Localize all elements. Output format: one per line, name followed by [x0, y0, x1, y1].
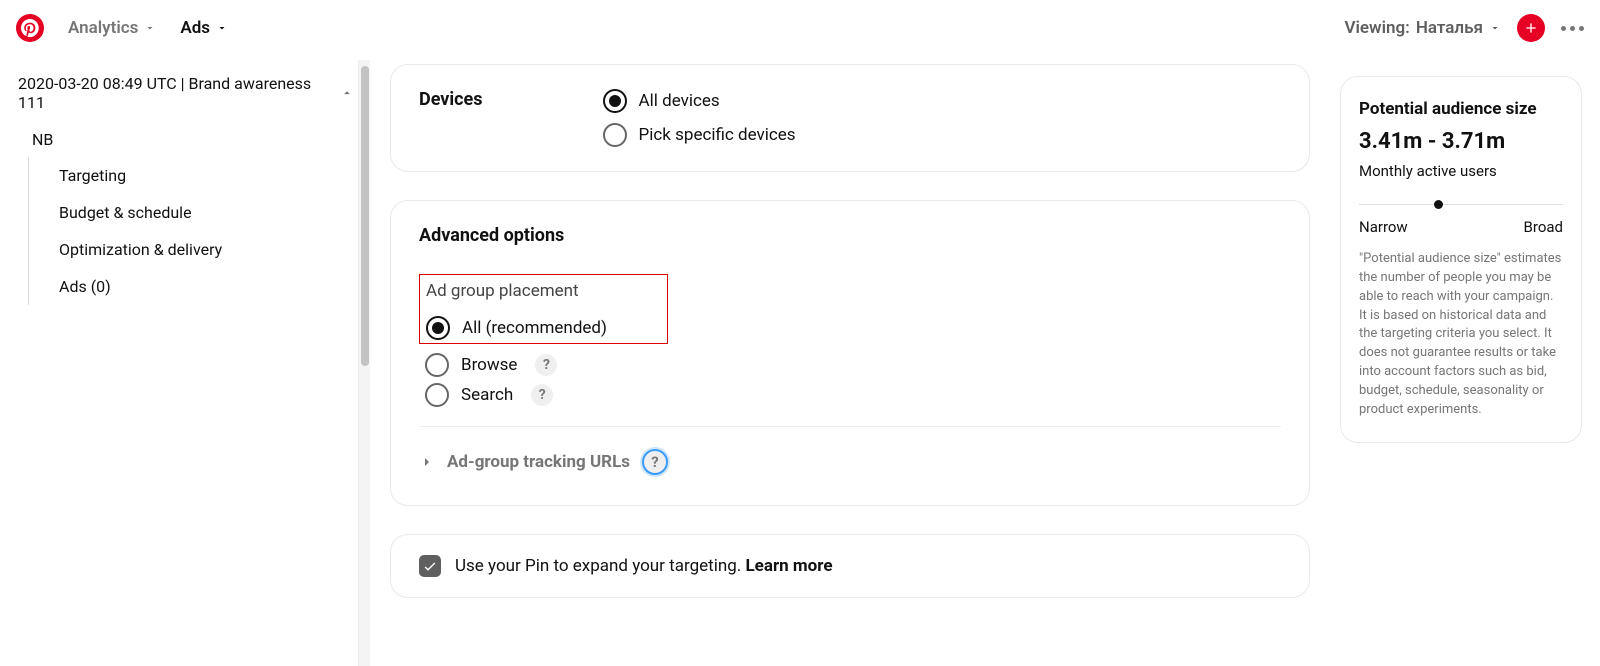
pinterest-logo[interactable]	[16, 14, 44, 42]
sidebar-item-label: Targeting	[59, 166, 126, 185]
slider-dot-icon	[1434, 200, 1443, 209]
tracking-urls-label: Ad-group tracking URLs	[447, 452, 630, 472]
layout: 2020-03-20 08:49 UTC | Brand awareness 1…	[0, 56, 1600, 666]
slider-max-label: Broad	[1524, 218, 1563, 236]
placement-highlight: Ad group placement All (recommended)	[419, 274, 668, 344]
placement-options: All (recommended)	[420, 313, 607, 343]
placement-option-all[interactable]: All (recommended)	[426, 313, 607, 343]
placement-options-rest: Browse ? Search ?	[419, 350, 1281, 410]
expand-targeting-row[interactable]: Use your Pin to expand your targeting. L…	[419, 555, 1281, 577]
plus-icon	[1523, 20, 1539, 36]
check-icon	[422, 558, 438, 574]
slider-line	[1359, 204, 1563, 205]
viewing-prefix: Viewing:	[1344, 18, 1409, 38]
radio-icon	[603, 123, 627, 147]
nav-ads-label: Ads	[180, 18, 210, 38]
sidebar-item-label: Budget & schedule	[59, 203, 192, 222]
placement-option-label: Search	[461, 385, 513, 405]
devices-card: Devices All devices Pick specific device…	[390, 64, 1310, 172]
device-option-all[interactable]: All devices	[603, 89, 796, 113]
chevron-down-icon	[216, 22, 228, 34]
help-icon[interactable]: ?	[642, 449, 668, 475]
nav-analytics-label: Analytics	[68, 18, 138, 38]
radio-icon	[425, 383, 449, 407]
topbar: Analytics Ads Viewing: Наталья	[0, 0, 1600, 56]
topbar-left: Analytics Ads	[16, 14, 228, 42]
audience-subtitle: Monthly active users	[1359, 162, 1563, 180]
audience-title: Potential audience size	[1359, 99, 1563, 119]
pinterest-icon	[21, 19, 39, 37]
audience-range: 3.41m - 3.71m	[1359, 129, 1563, 154]
radio-icon	[603, 89, 627, 113]
slider-labels: Narrow Broad	[1359, 218, 1563, 236]
audience-box: Potential audience size 3.41m - 3.71m Mo…	[1340, 76, 1582, 443]
sidebar-item-label: Optimization & delivery	[59, 240, 222, 259]
audience-slider	[1359, 198, 1563, 212]
audience-note: "Potential audience size" estimates the …	[1359, 250, 1563, 420]
sidebar-item-ads[interactable]: Ads (0)	[59, 268, 354, 305]
devices-row: Devices All devices Pick specific device…	[419, 89, 1281, 147]
sidebar-inner: 2020-03-20 08:49 UTC | Brand awareness 1…	[0, 56, 370, 323]
learn-more-link[interactable]: Learn more	[745, 556, 832, 576]
placement-title: Ad group placement	[420, 277, 607, 305]
nav-ads[interactable]: Ads	[180, 18, 228, 38]
viewing-selector[interactable]: Viewing: Наталья	[1344, 18, 1501, 38]
sidebar-list: Targeting Budget & schedule Optimization…	[28, 157, 354, 305]
placement-option-browse[interactable]: Browse ?	[425, 350, 1281, 380]
viewing-name: Наталья	[1416, 18, 1483, 38]
expand-targeting-text: Use your Pin to expand your targeting. L…	[455, 556, 833, 576]
divider	[419, 426, 1281, 427]
tracking-urls-row[interactable]: Ad-group tracking URLs ?	[419, 443, 1281, 481]
sidebar-scrollbar[interactable]	[358, 60, 370, 666]
sidebar-item-targeting[interactable]: Targeting	[59, 157, 354, 194]
dot-icon	[1570, 26, 1575, 31]
radio-icon	[425, 353, 449, 377]
device-option-label: Pick specific devices	[639, 125, 796, 145]
help-icon[interactable]: ?	[535, 354, 557, 376]
expand-targeting-label: Use your Pin to expand your targeting.	[455, 556, 741, 576]
checkbox-icon[interactable]	[419, 555, 441, 577]
placement-option-label: All (recommended)	[462, 318, 607, 338]
sidebar: 2020-03-20 08:49 UTC | Brand awareness 1…	[0, 56, 370, 666]
more-menu[interactable]	[1561, 26, 1584, 31]
advanced-options-title: Advanced options	[419, 225, 1281, 246]
devices-title: Devices	[419, 89, 483, 147]
help-icon[interactable]: ?	[531, 384, 553, 406]
right-panel: Potential audience size 3.41m - 3.71m Mo…	[1330, 56, 1600, 666]
radio-icon	[426, 316, 450, 340]
chevron-up-icon	[340, 86, 354, 100]
nav-analytics[interactable]: Analytics	[68, 18, 156, 38]
devices-radio-group: All devices Pick specific devices	[603, 89, 796, 147]
sidebar-item-label: Ads (0)	[59, 277, 111, 296]
sidebar-scrollbar-thumb[interactable]	[361, 66, 369, 366]
device-option-label: All devices	[639, 91, 720, 111]
sidebar-campaign[interactable]: 2020-03-20 08:49 UTC | Brand awareness 1…	[18, 74, 354, 112]
chevron-right-icon	[419, 454, 435, 470]
chevron-down-icon	[144, 22, 156, 34]
sidebar-item-optimization[interactable]: Optimization & delivery	[59, 231, 354, 268]
chevron-down-icon	[1489, 22, 1501, 34]
placement-option-search[interactable]: Search ?	[425, 380, 1281, 410]
dot-icon	[1579, 26, 1584, 31]
create-button[interactable]	[1517, 14, 1545, 42]
sidebar-item-budget[interactable]: Budget & schedule	[59, 194, 354, 231]
sidebar-adgroup[interactable]: NB	[18, 122, 354, 157]
expand-targeting-card: Use your Pin to expand your targeting. L…	[390, 534, 1310, 598]
sidebar-campaign-title: 2020-03-20 08:49 UTC | Brand awareness 1…	[18, 74, 340, 112]
advanced-options-card: Advanced options Ad group placement All …	[390, 200, 1310, 506]
topbar-right: Viewing: Наталья	[1344, 14, 1584, 42]
main-content: Devices All devices Pick specific device…	[370, 56, 1330, 666]
sidebar-adgroup-label: NB	[32, 130, 53, 149]
dot-icon	[1561, 26, 1566, 31]
placement-option-label: Browse	[461, 355, 517, 375]
slider-min-label: Narrow	[1359, 218, 1408, 236]
device-option-pick[interactable]: Pick specific devices	[603, 123, 796, 147]
